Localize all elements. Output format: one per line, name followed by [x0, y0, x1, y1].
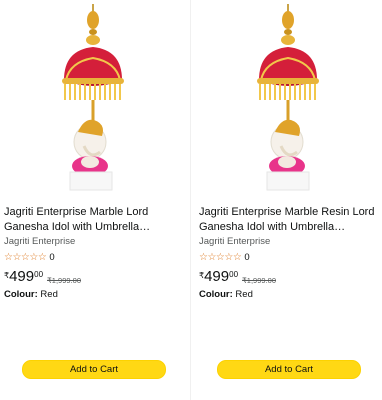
product-card[interactable]: Jagriti Enterprise Marble Resin Lord Gan… — [199, 0, 381, 400]
mrp-price: ₹1,999.00 — [242, 276, 276, 285]
add-to-cart-button[interactable]: Add to Cart — [217, 360, 361, 379]
product-title[interactable]: Jagriti Enterprise Marble Resin Lord Gan… — [199, 205, 379, 235]
colour-label: Colour: — [4, 289, 38, 300]
star-outline-icon: ☆☆☆☆☆ — [4, 251, 47, 263]
product-title[interactable]: Jagriti Enterprise Marble Lord Ganesha I… — [4, 205, 184, 235]
colour-info: Colour: Red — [4, 289, 58, 300]
star-outline-icon: ☆☆☆☆☆ — [199, 251, 242, 263]
price-whole: 499 — [204, 268, 230, 285]
price-fraction: 00 — [229, 270, 239, 279]
colour-label: Colour: — [199, 289, 233, 300]
card-divider — [190, 0, 191, 400]
rating-count[interactable]: 0 — [49, 252, 54, 263]
rating[interactable]: ☆☆☆☆☆ 0 — [199, 250, 250, 264]
product-brand: Jagriti Enterprise — [199, 236, 271, 247]
mrp-price: ₹1,999.00 — [47, 276, 81, 285]
colour-info: Colour: Red — [199, 289, 253, 300]
add-to-cart-button[interactable]: Add to Cart — [22, 360, 166, 379]
price: ₹ 499 00 ₹1,999.00 — [199, 268, 276, 286]
rating-count[interactable]: 0 — [244, 252, 249, 263]
colour-value: Red — [235, 289, 253, 300]
ganesha-umbrella-image — [257, 4, 319, 191]
product-image[interactable] — [199, 0, 381, 195]
ganesha-umbrella-image — [62, 4, 124, 191]
product-image[interactable] — [4, 0, 186, 195]
rating[interactable]: ☆☆☆☆☆ 0 — [4, 250, 55, 264]
price: ₹ 499 00 ₹1,999.00 — [4, 268, 81, 286]
product-brand: Jagriti Enterprise — [4, 236, 76, 247]
colour-value: Red — [40, 289, 58, 300]
price-whole: 499 — [9, 268, 35, 285]
price-fraction: 00 — [34, 270, 44, 279]
product-card[interactable]: Jagriti Enterprise Marble Lord Ganesha I… — [4, 0, 186, 400]
